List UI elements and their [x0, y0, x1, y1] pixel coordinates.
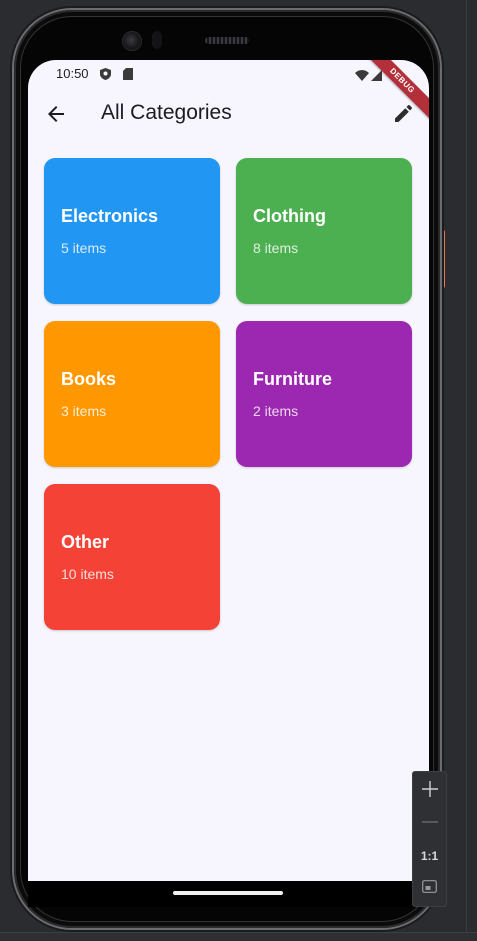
category-card-clothing[interactable]: Clothing 8 items	[236, 158, 412, 304]
shield-icon	[100, 67, 111, 85]
category-item-count: 10 items	[61, 566, 114, 582]
actual-size-button[interactable]: 1:1	[413, 841, 446, 871]
category-item-count: 3 items	[61, 403, 107, 419]
fit-screen-button[interactable]	[413, 873, 446, 903]
emulator-side-rail	[466, 0, 477, 941]
category-grid: Electronics 5 items Clothing 8 items Boo…	[44, 158, 412, 630]
category-item-count: 2 items	[253, 403, 299, 419]
category-card-furniture[interactable]: Furniture 2 items	[236, 321, 412, 467]
category-card-other[interactable]: Other 10 items	[44, 484, 220, 630]
category-name: Clothing	[253, 206, 326, 226]
power-button[interactable]	[440, 230, 445, 288]
plus-icon	[421, 780, 438, 800]
category-card-electronics[interactable]: Electronics 5 items	[44, 158, 220, 304]
category-item-count: 5 items	[61, 240, 107, 256]
emulator-window: 10:50 DEBUG All Categories Electronics 5…	[0, 0, 477, 941]
category-card-books[interactable]: Books 3 items	[44, 321, 220, 467]
category-name: Other	[61, 532, 110, 552]
proximity-sensor	[152, 31, 162, 49]
zoom-out-button[interactable]	[413, 808, 446, 838]
signal-icon	[371, 68, 382, 86]
status-time: 10:50	[56, 66, 89, 81]
volume-button[interactable]	[440, 340, 443, 460]
back-button[interactable]	[40, 100, 72, 132]
navigation-bar	[28, 881, 429, 907]
category-name: Books	[61, 369, 117, 389]
minus-icon	[421, 814, 438, 833]
wifi-icon	[355, 68, 369, 86]
app-screen: 10:50 DEBUG All Categories Electronics 5…	[28, 60, 429, 882]
edit-button[interactable]	[387, 100, 419, 132]
category-item-count: 8 items	[253, 240, 299, 256]
home-indicator[interactable]	[173, 891, 283, 895]
earpiece-speaker	[205, 37, 249, 44]
sd-card-icon	[123, 67, 133, 85]
zoom-in-button[interactable]	[413, 775, 446, 805]
page-title: All Categories	[101, 101, 232, 124]
arrow-back-icon	[46, 104, 66, 129]
edit-pencil-icon	[393, 104, 413, 129]
front-camera-icon	[122, 31, 142, 51]
status-bar: 10:50 DEBUG	[28, 60, 429, 125]
category-name: Furniture	[253, 369, 332, 389]
category-name: Electronics	[61, 206, 159, 226]
emulator-bottom-strip	[0, 932, 477, 941]
app-bar: All Categories	[28, 88, 429, 144]
emulator-zoom-panel: 1:1	[412, 771, 447, 907]
fit-screen-icon	[422, 880, 437, 896]
